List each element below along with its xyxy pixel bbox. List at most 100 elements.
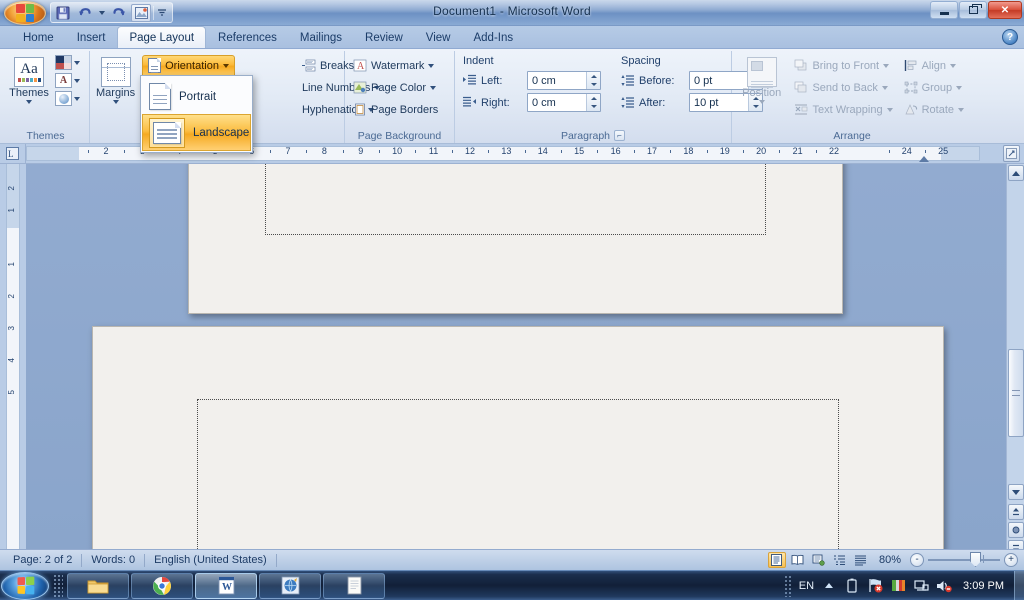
window-title: Document1 - Microsoft Word [0,4,1024,18]
document-page-1[interactable] [188,164,843,314]
tab-home[interactable]: Home [12,28,65,48]
zoom-slider[interactable]: - + [910,553,1018,567]
word-count-status[interactable]: Words: 0 [82,552,144,569]
previous-page-button[interactable] [1008,504,1024,520]
text-wrapping-button[interactable]: Text Wrapping [790,99,896,120]
view-web-layout-button[interactable] [810,552,828,568]
paragraph-dialog-launcher[interactable]: ⌐ [614,130,625,141]
tray-language[interactable]: EN [799,580,814,592]
show-desktop-button[interactable] [1014,571,1024,600]
theme-effects-button[interactable] [55,91,80,106]
theme-colors-button[interactable] [55,55,80,70]
battery-icon[interactable] [844,578,860,594]
rotate-icon [904,103,918,116]
ruler-tick-25: 25 [938,146,948,156]
view-ruler-button[interactable] [1003,145,1020,162]
zoom-out-button[interactable]: - [910,553,924,567]
zoom-level[interactable]: 80% [873,554,907,566]
tab-references[interactable]: References [207,28,288,48]
bring-to-front-caret-icon [883,64,889,68]
view-draft-button[interactable] [852,552,870,568]
indent-right-up[interactable] [587,94,600,103]
minimize-button[interactable] [930,1,958,19]
tab-page-layout[interactable]: Page Layout [117,26,206,48]
tab-insert[interactable]: Insert [66,28,117,48]
orientation-option-landscape[interactable]: Landscape [142,114,251,151]
taskbar-item-notepad[interactable] [323,573,385,599]
taskbar-item-microsoft-word[interactable]: W [195,573,257,599]
orientation-button[interactable]: Orientation [142,55,235,76]
zoom-in-button[interactable]: + [1004,553,1018,567]
tab-view[interactable]: View [415,28,462,48]
align-caret-icon [950,64,956,68]
chevron-up-icon [825,583,833,588]
orientation-option-portrait[interactable]: Portrait [143,78,250,115]
close-button[interactable]: ✕ [988,1,1022,19]
next-page-button[interactable] [1008,540,1024,549]
indent-right-arrows[interactable] [586,94,600,111]
select-browse-object-button[interactable] [1008,522,1024,538]
tray-grip [784,575,792,597]
right-indent-marker[interactable] [919,156,929,162]
view-full-screen-reading-button[interactable] [789,552,807,568]
page-borders-button[interactable]: Page Borders [349,99,442,120]
send-to-back-button[interactable]: Send to Back [790,77,896,98]
word-document-icon: W [218,576,235,595]
start-button[interactable] [1,572,49,600]
taskbar-item-google-chrome[interactable] [131,573,193,599]
taskbar-clock[interactable]: 3:09 PM [959,580,1008,592]
taskbar-item-windows-explorer[interactable] [67,573,129,599]
vertical-ruler[interactable]: 2112345 [6,164,20,549]
zoom-slider-track[interactable] [928,559,1000,561]
rotate-button[interactable]: Rotate [900,99,968,120]
scrollbar-thumb[interactable] [1008,349,1024,437]
theme-fonts-button[interactable]: A [55,73,80,88]
page-status[interactable]: Page: 2 of 2 [4,552,81,569]
vruler-tick-1: 1 [7,208,19,212]
bring-to-front-label: Bring to Front [812,60,879,72]
margins-caret-icon [113,100,119,104]
group-button[interactable]: Group [900,77,968,98]
position-button[interactable]: Position [736,55,787,106]
scroll-down-button[interactable] [1008,484,1024,500]
view-outline-button[interactable] [831,552,849,568]
tab-selector-button[interactable]: L [0,144,26,163]
indent-right-stepper[interactable] [527,93,601,112]
indent-right-down[interactable] [587,103,600,112]
scroll-up-button[interactable] [1008,165,1024,181]
indent-right-input[interactable] [528,94,586,111]
indent-left-input[interactable] [528,72,586,89]
page-1-margin-guide [265,164,766,235]
bring-to-front-button[interactable]: Bring to Front [790,55,896,76]
view-print-layout-button[interactable] [768,552,786,568]
tray-utility-icon[interactable] [890,578,906,594]
indent-left-up[interactable] [587,72,600,81]
position-caret-icon [759,100,765,104]
vertical-scrollbar[interactable] [1006,164,1024,549]
help-icon[interactable]: ? [1002,29,1018,45]
align-button[interactable]: Align [900,55,968,76]
tab-add-ins[interactable]: Add-Ins [462,28,524,48]
themes-button[interactable]: Aa Themes [6,55,52,106]
indent-left-arrows[interactable] [586,72,600,89]
page-color-button[interactable]: Page Color [349,77,442,98]
indent-left-down[interactable] [587,81,600,90]
document-page-2[interactable] [92,326,944,549]
vruler-tick-4: 3 [7,326,19,330]
network-icon[interactable] [913,578,929,594]
taskbar-item-media-player[interactable] [259,573,321,599]
indent-left-stepper[interactable] [527,71,601,90]
portrait-page-icon [149,83,171,110]
tab-review[interactable]: Review [354,28,414,48]
show-hidden-icons-button[interactable] [821,578,837,594]
theme-fonts-caret-icon [74,79,80,83]
language-status[interactable]: English (United States) [145,552,276,569]
restore-button[interactable] [959,1,987,19]
volume-muted-icon[interactable] [936,578,952,594]
zoom-slider-thumb[interactable] [970,552,981,567]
action-center-icon[interactable] [867,578,883,594]
margins-button[interactable]: Margins [94,55,137,106]
tab-mailings[interactable]: Mailings [289,28,353,48]
watermark-button[interactable]: A Watermark [349,55,442,76]
document-canvas[interactable] [26,164,1006,549]
